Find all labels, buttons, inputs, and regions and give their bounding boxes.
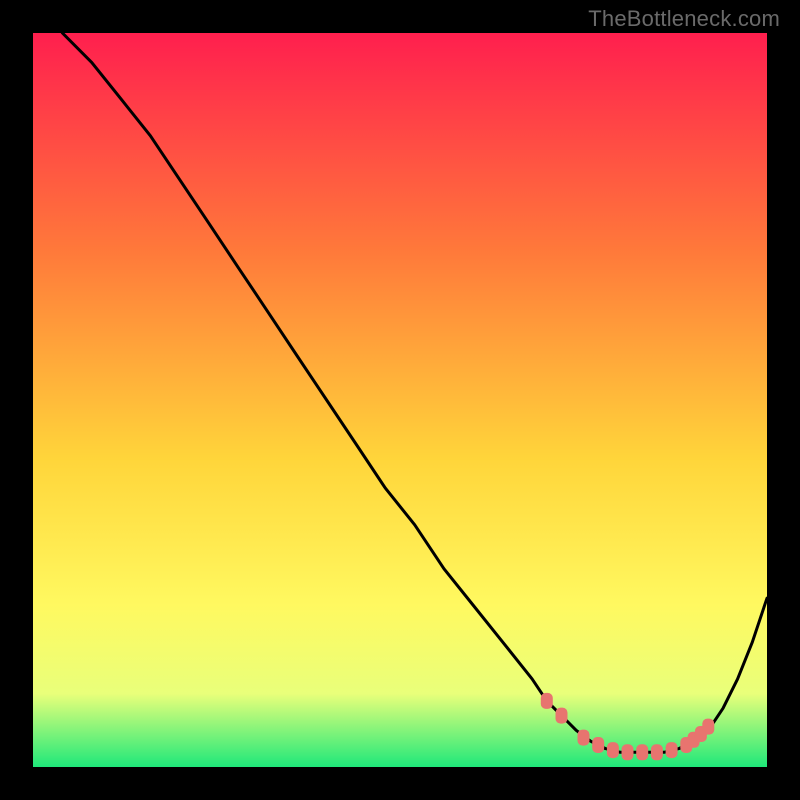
chart-frame: TheBottleneck.com [0,0,800,800]
curve-marker [592,737,604,753]
bottleneck-curve [33,33,767,767]
curve-marker [622,744,634,760]
curve-marker [651,744,663,760]
watermark-text: TheBottleneck.com [588,6,780,32]
curve-marker [578,730,590,746]
curve-marker [702,719,714,735]
curve-marker [636,744,648,760]
plot-area [33,33,767,767]
curve-marker [666,742,678,758]
curve-marker [556,708,568,724]
curve-marker [541,693,553,709]
curve-marker [607,742,619,758]
